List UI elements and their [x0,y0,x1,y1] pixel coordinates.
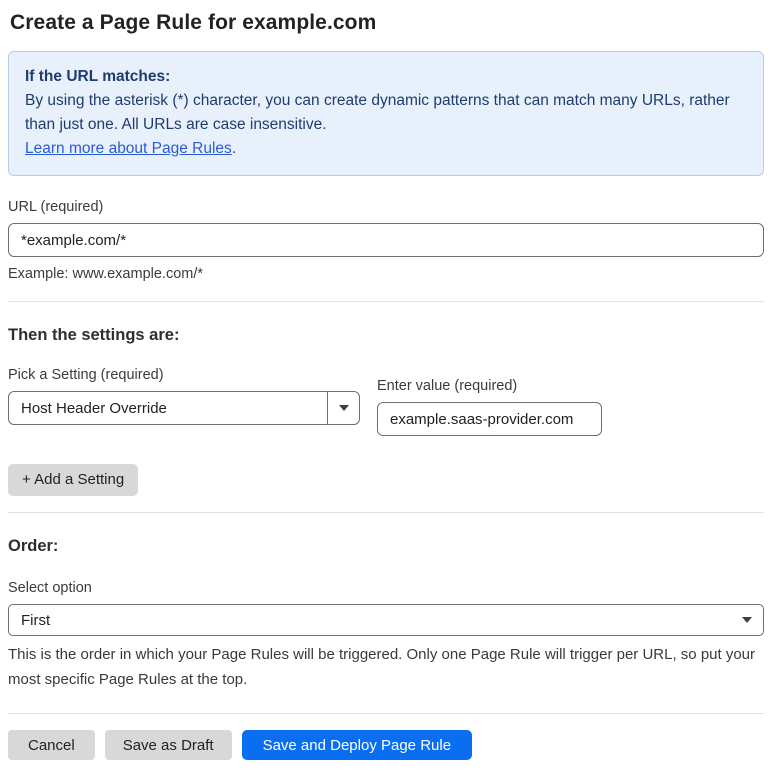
setting-picker-column: Pick a Setting (required) Host Header Ov… [8,367,360,436]
chevron-down-icon [338,405,349,411]
info-box-heading: If the URL matches: [25,68,171,85]
page-title: Create a Page Rule for example.com [10,11,377,34]
setting-dropdown-value: Host Header Override [21,399,167,417]
enter-value-label: Enter value (required) [377,378,518,394]
footer-actions: Cancel Save as Draft Save and Deploy Pag… [8,730,764,760]
link-suffix: . [231,140,237,157]
info-box-link-line: Learn more about Page Rules. [25,137,747,161]
order-helper-text: This is the order in which your Page Rul… [8,646,756,688]
url-match-info-box: If the URL matches: By using the asteris… [8,51,764,176]
order-select[interactable]: First [8,604,764,636]
url-helper-text: Example: www.example.com/* [8,266,204,282]
add-setting-button[interactable]: + Add a Setting [8,464,139,496]
settings-section-heading: Then the settings are: [8,326,180,344]
setting-dropdown-arrow-button[interactable] [327,392,359,424]
save-as-draft-button[interactable]: Save as Draft [104,730,232,760]
url-label: URL (required) [8,199,104,215]
chevron-down-icon [742,617,752,623]
pick-setting-label: Pick a Setting (required) [8,367,164,383]
url-input[interactable] [8,223,764,257]
settings-row: Pick a Setting (required) Host Header Ov… [8,367,764,436]
url-section: URL (required) Example: www.example.com/… [8,199,764,285]
cancel-button[interactable]: Cancel [8,730,95,760]
create-page-rule-form: Create a Page Rule for example.com If th… [0,0,772,774]
setting-dropdown[interactable]: Host Header Override [8,391,360,425]
order-section-heading: Order: [8,537,59,555]
divider [8,713,764,714]
order-select-label: Select option [8,580,92,596]
setting-value-input[interactable] [377,402,602,436]
divider [8,512,764,513]
save-and-deploy-button[interactable]: Save and Deploy Page Rule [241,730,473,760]
divider [8,301,764,302]
order-select-value: First [21,611,51,629]
learn-more-link[interactable]: Learn more about Page Rules [25,140,232,157]
setting-value-column: Enter value (required) [377,378,602,436]
info-box-body: By using the asterisk (*) character, you… [25,92,730,133]
